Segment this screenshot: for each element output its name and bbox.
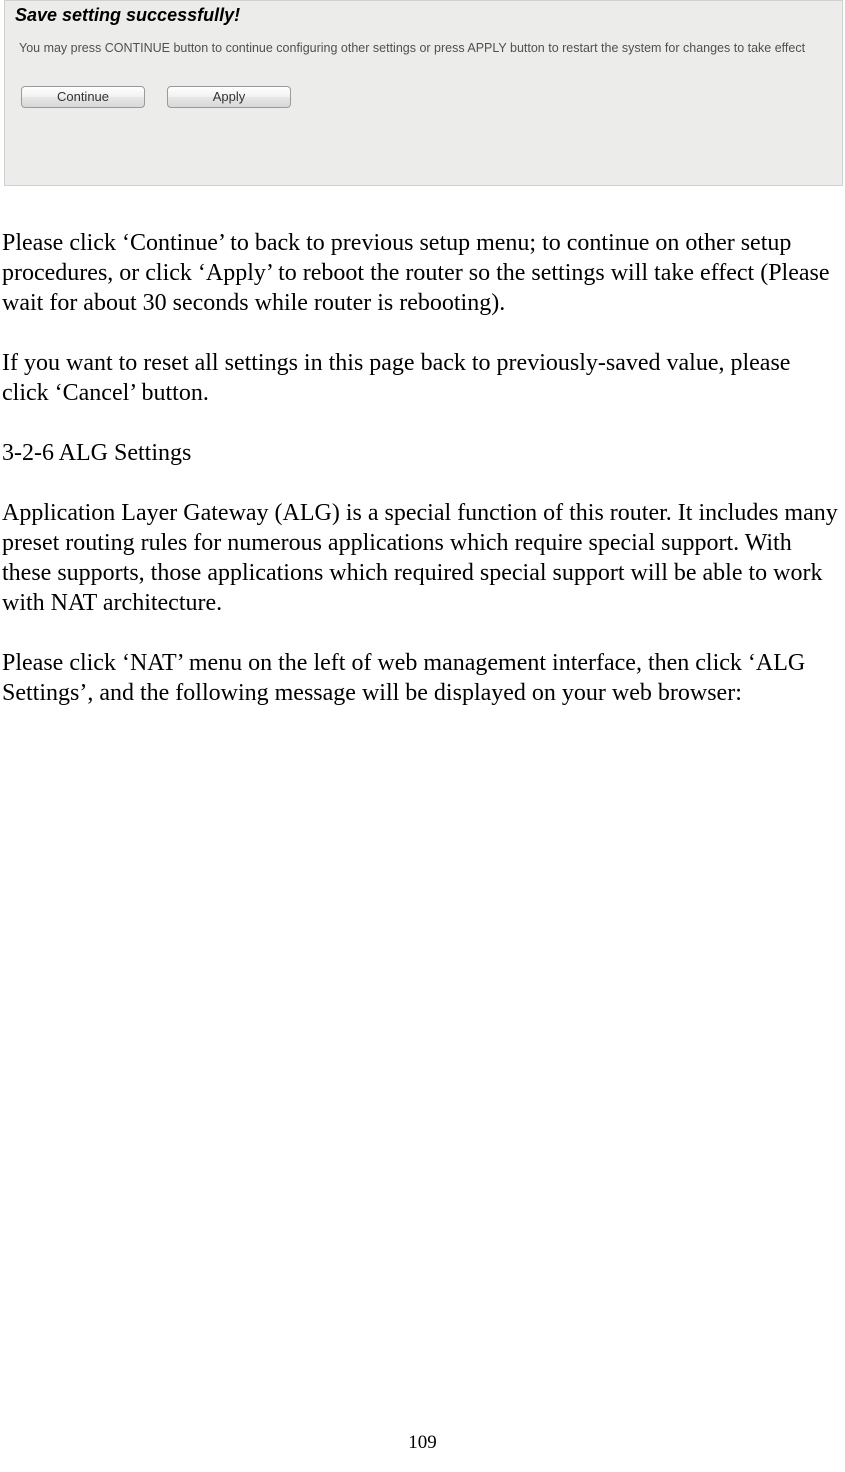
- apply-button[interactable]: Apply: [167, 86, 291, 108]
- paragraph-alg-instructions: Please click ‘NAT’ menu on the left of w…: [2, 648, 843, 708]
- dialog-message: You may press CONTINUE button to continu…: [5, 40, 842, 58]
- paragraph-alg-description: Application Layer Gateway (ALG) is a spe…: [2, 498, 843, 618]
- dialog-title: Save setting successfully!: [5, 1, 842, 40]
- paragraph-continue-apply: Please click ‘Continue’ to back to previ…: [2, 228, 843, 318]
- dialog-button-row: Continue Apply: [5, 58, 842, 108]
- paragraph-cancel: If you want to reset all settings in thi…: [2, 348, 843, 408]
- document-body: Please click ‘Continue’ to back to previ…: [0, 186, 845, 708]
- save-settings-dialog: Save setting successfully! You may press…: [4, 0, 843, 186]
- section-heading-alg: 3-2-6 ALG Settings: [2, 438, 843, 468]
- page-number: 109: [0, 1432, 845, 1454]
- continue-button[interactable]: Continue: [21, 86, 145, 108]
